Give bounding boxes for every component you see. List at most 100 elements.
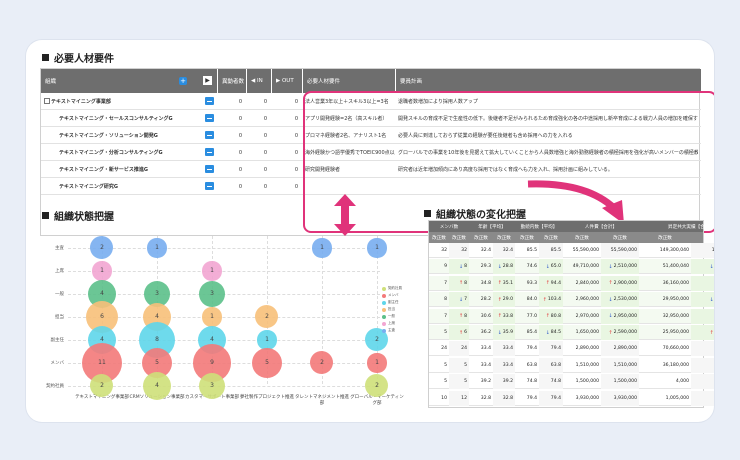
subheader-cell: 改正数 xyxy=(497,235,511,241)
cell-value: 29.0 xyxy=(502,297,513,303)
cell-value: 2,970,000 xyxy=(575,313,599,319)
subheader-cell: 改正数 xyxy=(520,235,534,241)
toggle-icon[interactable] xyxy=(205,182,214,190)
cell-value: 70,660,000 xyxy=(662,346,689,352)
table-row[interactable]: 10 12 32.8 32.8 79.4 79.4 3,930,000 3,930,000 1,… xyxy=(429,390,714,406)
table-row[interactable]: 8 ↓ 7 28.2 ↑ 29.0 84.0 ↑ 103.4 2,960,000 ↓ 2,530,00… xyxy=(429,292,714,308)
cell-n3: 0 xyxy=(294,98,298,105)
legend-item[interactable]: メンバ xyxy=(382,293,402,298)
add-icon[interactable]: + xyxy=(179,77,187,85)
table-cell: 4,000 xyxy=(639,374,691,389)
section-title-text: 組織状態の変化把握 xyxy=(436,210,526,221)
header-cell: 年齢【平均】 xyxy=(478,224,506,230)
table-cell: 5 xyxy=(429,325,449,340)
legend-label: 上席 xyxy=(388,321,395,325)
table-row[interactable]: 5 5 39.2 39.2 74.8 74.8 1,500,000 1,500,000 4,00… xyxy=(429,374,714,390)
legend-item[interactable]: 一般 xyxy=(382,314,402,319)
table-cell: ↓ 28.8 xyxy=(493,259,515,275)
bubble-point[interactable]: 5 xyxy=(251,347,283,379)
bubble-point[interactable]: 2 xyxy=(255,305,279,329)
table-cell: ↑ 94.4 xyxy=(539,275,563,291)
cell-n3: 0 xyxy=(294,166,298,173)
grid-line xyxy=(68,271,380,272)
bubble-point[interactable]: 1 xyxy=(312,238,332,258)
table-cell: 70,660,000 xyxy=(691,341,714,357)
cell-n2: 0 xyxy=(263,183,267,190)
table-cell: 4,000 xyxy=(691,374,714,390)
table-row[interactable]: 7 ↑ 8 34.8 ↑ 35.1 93.3 ↑ 94.4 2,840,000 ↑ 2,900,000… xyxy=(429,275,714,291)
bubble-point[interactable]: 3 xyxy=(199,373,225,399)
legend-item[interactable]: 担当 xyxy=(382,307,402,312)
bubble-point[interactable]: 3 xyxy=(199,281,225,307)
legend-dot-icon xyxy=(382,307,386,312)
expand-arrow-icon[interactable]: ▶ xyxy=(203,76,212,85)
cell-value: 77.0 xyxy=(526,313,537,319)
table-row[interactable]: 24 24 33.4 33.4 79.4 79.4 2,890,000 2,890,000 70… xyxy=(429,341,714,357)
table-row[interactable]: 7 ↑ 8 30.6 ↑ 33.8 77.0 ↑ 80.8 2,970,000 ↓ 2,950,000… xyxy=(429,308,714,324)
legend-label: 担当 xyxy=(388,307,395,311)
table-cell: 85.5 xyxy=(539,243,563,258)
cell-value: 1,510,000 xyxy=(613,362,637,368)
legend-item[interactable]: 上席 xyxy=(382,321,402,326)
bubble-point[interactable]: 1 xyxy=(92,261,112,281)
table-cell: ↑ 2,900,000 xyxy=(601,275,639,291)
table-cell: ↓ 8 xyxy=(449,259,469,275)
bubble-point[interactable]: 2 xyxy=(310,351,334,375)
cell-value: 7 xyxy=(464,297,467,303)
bubble-point[interactable]: 1 xyxy=(367,353,387,373)
bubble-point[interactable]: 1 xyxy=(147,238,167,258)
table-cell: 93.3 xyxy=(515,276,539,291)
table-cell: 2,890,000 xyxy=(601,341,639,357)
arrow-down-icon: ↓ xyxy=(497,263,502,270)
dashboard-card: 必要人材要件 組織 + ▶ 異動者数 ◀ IN ▶ OUT 必要人材要件 要員計… xyxy=(26,40,714,422)
cell-value: 32.4 xyxy=(480,248,491,253)
cell-value: 1,510,000 xyxy=(575,362,599,368)
bubble-point[interactable]: 1 xyxy=(367,238,387,258)
cell-value: 5 xyxy=(444,362,447,368)
arrow-down-icon: ↓ xyxy=(608,263,613,270)
table-cell: 149,300,040 xyxy=(691,243,714,258)
bubble-point[interactable]: 1 xyxy=(257,330,277,350)
toggle-icon[interactable] xyxy=(205,131,214,139)
table-row[interactable]: 5 5 33.4 33.4 63.8 63.8 1,510,000 1,510,000 36,1… xyxy=(429,357,714,373)
table-cell: 32 xyxy=(429,243,449,258)
table-cell: 1,005,000 xyxy=(691,390,714,406)
cell-value: 1,500,000 xyxy=(613,379,637,385)
collapse-box-icon[interactable] xyxy=(44,98,50,104)
table-cell: 149,300,040 xyxy=(639,243,691,258)
header-required: 必要人材要件 xyxy=(303,69,395,93)
toggle-icon[interactable] xyxy=(205,114,214,122)
cell-org: テキストマイニング研究G xyxy=(59,184,118,190)
cell-value: 103.4 xyxy=(547,297,561,303)
table-row[interactable]: 32 32 32.4 32.4 85.5 85.5 55,590,000 55,590,000… xyxy=(429,243,714,258)
cell-n2: 0 xyxy=(263,115,267,122)
cell-value: 32,950,000 xyxy=(662,313,689,319)
cell-org: テキストマイニング・セールスコンサルティングG xyxy=(59,116,173,122)
table-cell: 7 xyxy=(429,276,449,291)
cell-value: 32.8 xyxy=(480,395,491,401)
table-cell: 33.4 xyxy=(493,341,515,357)
table-cell: ↑26,950,000 xyxy=(691,325,714,340)
table-row[interactable]: 5 ↑ 6 36.2 ↓ 35.9 85.4 ↓ 84.5 1,650,000 ↑ 2,590,000… xyxy=(429,325,714,340)
bubble-point[interactable]: 1 xyxy=(202,307,222,327)
table-cell: 32,950,000 xyxy=(691,308,714,324)
cell-value: 74.8 xyxy=(526,379,537,385)
toggle-icon[interactable] xyxy=(205,97,214,105)
bubble-point[interactable]: 1 xyxy=(202,261,222,281)
toggle-icon[interactable] xyxy=(205,148,214,156)
cell-value: 7 xyxy=(444,313,447,319)
cell-value: 1,005,000 xyxy=(665,395,689,401)
toggle-icon[interactable] xyxy=(205,165,214,173)
cell-value: 1,500,000 xyxy=(575,379,599,385)
table-cell: 33.4 xyxy=(469,341,493,356)
legend-item[interactable]: 主査 xyxy=(382,328,402,333)
legend-item[interactable]: 契約社員 xyxy=(382,286,402,291)
cell-value: 79.4 xyxy=(550,346,561,352)
table-row[interactable]: 9 ↓ 8 29.3 ↓ 28.8 74.6 ↓ 65.0 49,710,000 ↓ 2,510,00… xyxy=(429,259,714,275)
cell-value: 74.8 xyxy=(550,379,561,385)
cell-value: 63.8 xyxy=(550,362,561,368)
legend-item[interactable]: 副主任 xyxy=(382,300,402,305)
arrow-down-icon: ↓ xyxy=(608,313,613,320)
cell-value: 1,650,000 xyxy=(575,330,599,335)
bubble-point[interactable]: 2 xyxy=(90,236,114,260)
